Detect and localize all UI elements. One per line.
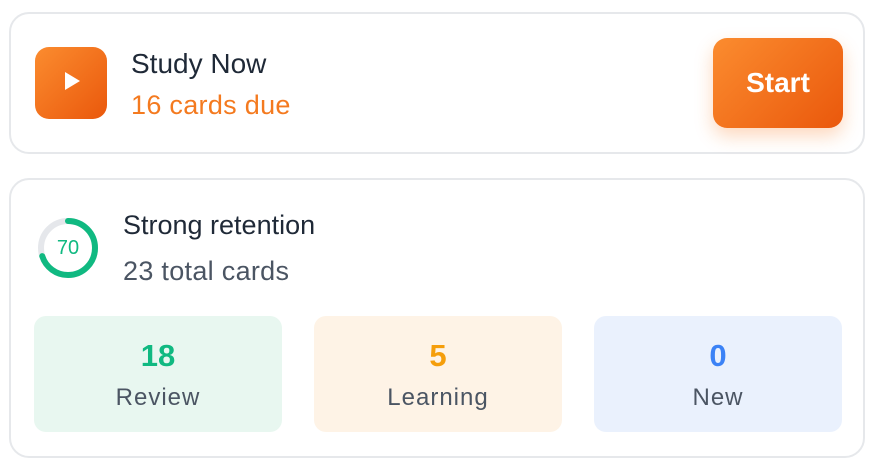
- stat-tile-review: 18 Review: [34, 316, 282, 432]
- stat-tile-learning: 5 Learning: [314, 316, 562, 432]
- learning-label: Learning: [387, 384, 489, 411]
- study-now-card: Study Now 16 cards due Start: [9, 12, 865, 154]
- new-count: 0: [709, 338, 727, 373]
- new-label: New: [692, 384, 744, 411]
- review-count: 18: [140, 338, 176, 373]
- total-cards-text: 23 total cards: [123, 256, 290, 286]
- cards-due-text: 16 cards due: [131, 90, 291, 120]
- study-title: Study Now: [131, 48, 267, 79]
- review-label: Review: [115, 384, 201, 411]
- stat-tile-new: 0 New: [594, 316, 842, 432]
- retention-score: 70: [56, 236, 80, 259]
- retention-card: 70 Strong retention 23 total cards 18 Re…: [9, 178, 865, 458]
- retention-title: Strong retention: [123, 210, 316, 240]
- study-play-tile: [35, 47, 107, 119]
- start-button[interactable]: Start: [713, 38, 843, 128]
- learning-count: 5: [429, 338, 447, 373]
- play-icon: [59, 69, 83, 98]
